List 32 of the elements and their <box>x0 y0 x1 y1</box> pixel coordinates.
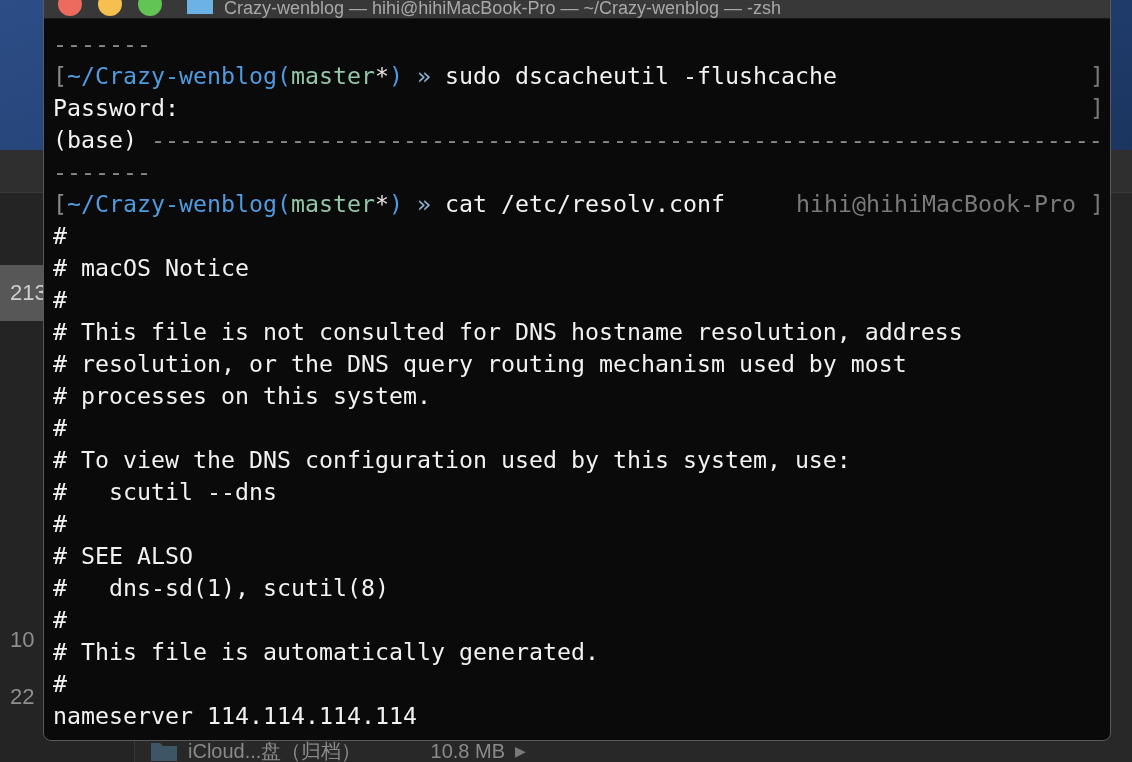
terminal-line: # <box>53 509 67 539</box>
terminal-line: # processes on this system. <box>53 381 431 411</box>
right-prompt: ] <box>1090 61 1104 91</box>
sidebar-item[interactable]: 22 <box>0 669 43 725</box>
terminal-line: Password: <box>53 93 179 123</box>
terminal-line: # <box>53 669 67 699</box>
terminal-line: # <box>53 605 67 635</box>
terminal-line: (base) -------------------------------------------------------------------- <box>53 125 1103 155</box>
terminal-line: # This file is not consulted for DNS hostname resolution, address <box>53 317 963 347</box>
sidebar-item[interactable]: 10 <box>0 612 43 668</box>
terminal-line: # <box>53 285 67 315</box>
terminal-line: ------- <box>53 29 151 59</box>
terminal-line: # <box>53 221 67 251</box>
terminal-line: # <box>53 413 67 443</box>
window-title: Crazy-wenblog — hihi@hihiMacBook-Pro — ~/Crazy-wenblog — -zsh <box>224 0 781 17</box>
terminal-line: [~/Crazy-wenblog(master*) » cat /etc/resolv.conf <box>53 189 725 219</box>
folder-size: 10.8 MB <box>430 739 505 762</box>
disclosure-arrow[interactable]: ▶ <box>515 743 526 759</box>
terminal-line: # scutil --dns <box>53 477 277 507</box>
terminal-line: # SEE ALSO <box>53 541 193 571</box>
terminal-line: # dns-sd(1), scutil(8) <box>53 573 389 603</box>
terminal-line: # This file is automatically generated. <box>53 637 599 667</box>
terminal-line: ------- <box>53 157 151 187</box>
right-prompt: hihi@hihiMacBook-Pro ] <box>796 189 1104 219</box>
terminal-line: # To view the DNS configuration used by this system, use: <box>53 445 851 475</box>
terminal-line: [~/Crazy-wenblog(master*) » sudo dscacheutil -flushcache <box>53 61 837 91</box>
terminal-line: # resolution, or the DNS query routing mechanism used by most <box>53 349 907 379</box>
terminal-line: # macOS Notice <box>53 253 249 283</box>
folder-icon <box>186 0 214 15</box>
terminal-line: nameserver 114.114.114.114 <box>53 701 417 731</box>
folder-name: iCloud...盘（归档） <box>188 738 362 762</box>
right-prompt: ] <box>1090 93 1104 123</box>
